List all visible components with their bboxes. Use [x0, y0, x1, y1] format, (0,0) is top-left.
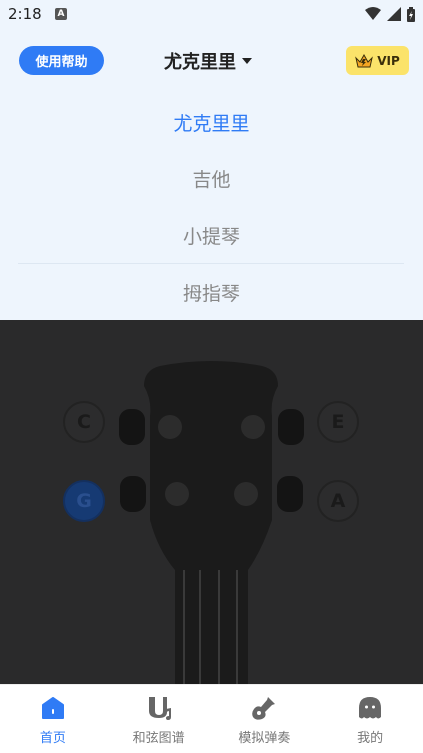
- help-button[interactable]: 使用帮助: [19, 46, 104, 75]
- dropdown-item-kalimba[interactable]: 拇指琴: [0, 264, 423, 320]
- status-bar: 2:18 A: [0, 0, 423, 28]
- tab-home[interactable]: 首页: [0, 685, 106, 753]
- dropdown-item-violin[interactable]: 小提琴: [0, 207, 423, 263]
- status-icons: [365, 6, 415, 22]
- peg-g-button[interactable]: G: [63, 480, 105, 522]
- dropdown-item-guitar[interactable]: 吉他: [0, 150, 423, 206]
- caret-down-icon: [242, 58, 252, 64]
- top-header: 使用帮助 尤克里里 VIP: [0, 28, 423, 92]
- peg-e-button[interactable]: E: [317, 401, 359, 443]
- tab-profile-label: 我的: [357, 731, 384, 746]
- instrument-title: 尤克里里: [164, 52, 236, 73]
- notification-icon: A: [55, 8, 67, 20]
- signal-icon: [387, 7, 401, 21]
- tab-chord-chart[interactable]: 和弦图谱: [106, 685, 212, 753]
- tab-simulate-play-label: 模拟弹奏: [238, 731, 291, 746]
- battery-icon: [407, 6, 415, 22]
- profile-ghost-icon: [357, 695, 383, 721]
- tuner-stage: C E G A: [0, 320, 423, 684]
- instrument-selector[interactable]: 尤克里里: [164, 48, 252, 74]
- dropdown-item-ukulele[interactable]: 尤克里里: [0, 94, 423, 150]
- chord-chart-icon: [146, 695, 172, 721]
- vip-button[interactable]: VIP: [346, 46, 409, 75]
- status-time: 2:18: [8, 5, 42, 23]
- bottom-tab-bar: 首页 和弦图谱 模拟弹奏 我的: [0, 684, 423, 753]
- tab-home-label: 首页: [39, 731, 66, 746]
- instrument-dropdown: 尤克里里 吉他 小提琴 拇指琴: [0, 92, 423, 320]
- peg-a-button[interactable]: A: [317, 480, 359, 522]
- tab-chord-chart-label: 和弦图谱: [132, 731, 185, 746]
- wifi-icon: [365, 7, 381, 20]
- home-icon: [40, 695, 66, 721]
- guitar-icon: [251, 695, 277, 721]
- vip-label: VIP: [377, 53, 400, 68]
- tab-profile[interactable]: 我的: [317, 685, 423, 753]
- peg-c-button[interactable]: C: [63, 401, 105, 443]
- crown-icon: [355, 53, 374, 67]
- tab-simulate-play[interactable]: 模拟弹奏: [212, 685, 318, 753]
